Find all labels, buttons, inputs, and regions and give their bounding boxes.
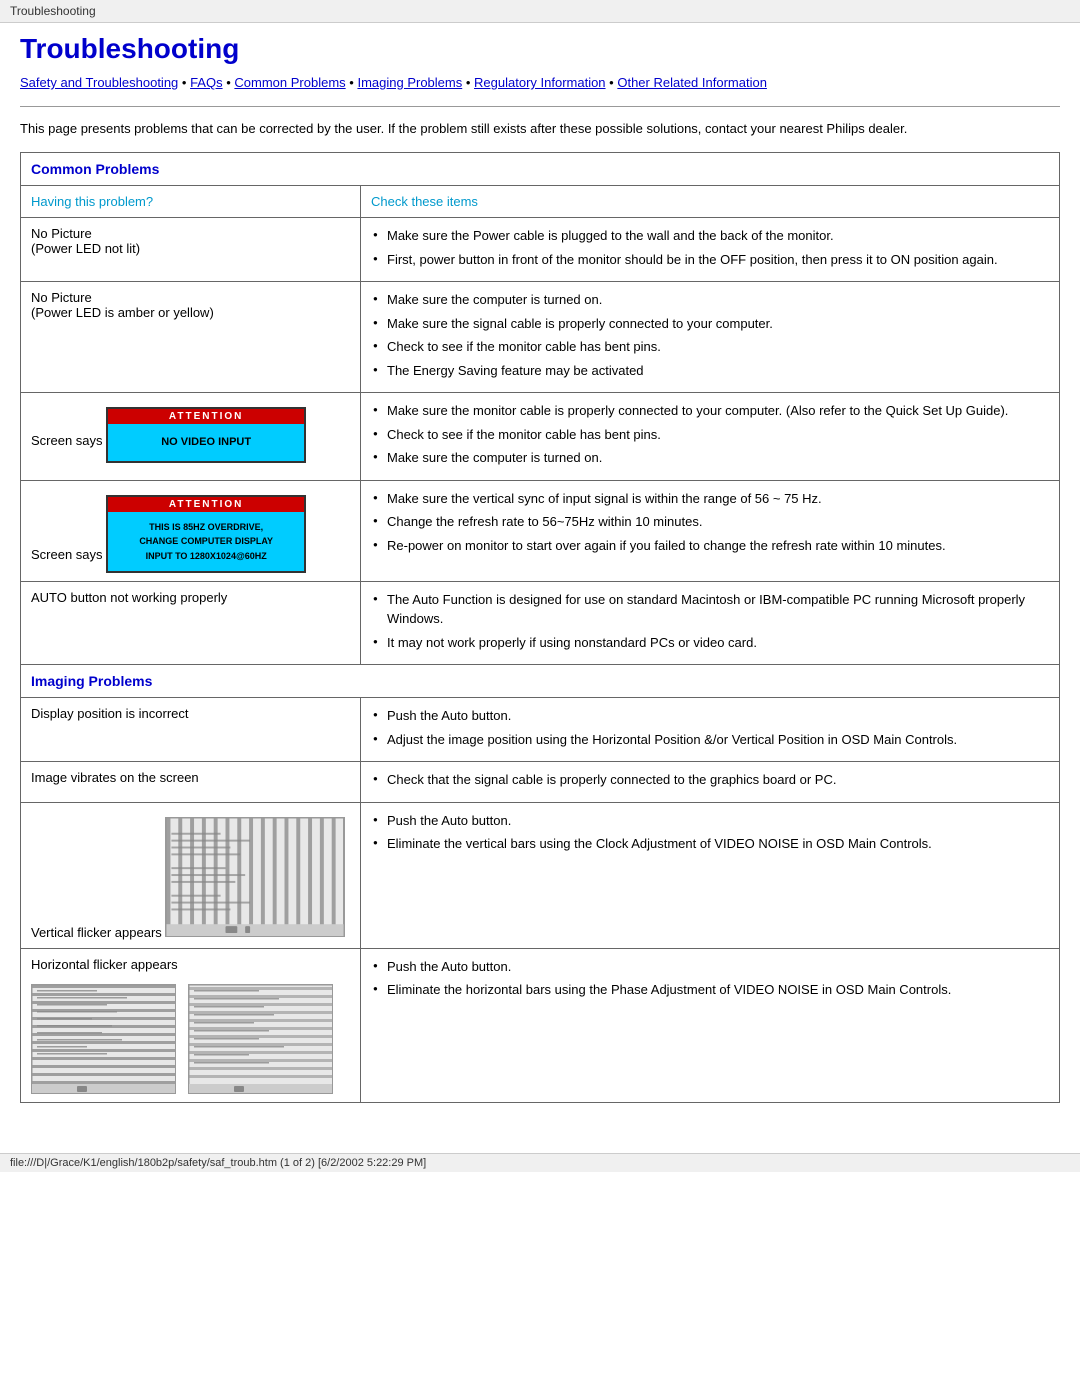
vertical-flicker-image	[165, 817, 345, 937]
problem-cell: No Picture(Power LED not lit)	[21, 218, 361, 282]
list-item: The Energy Saving feature may be activat…	[371, 361, 1049, 381]
list-item: The Auto Function is designed for use on…	[371, 590, 1049, 629]
col-header-solution: Check these items	[361, 186, 1060, 218]
attention-box-1: ATTENTION NO VIDEO INPUT	[106, 407, 306, 463]
list-item: Check to see if the monitor cable has be…	[371, 337, 1049, 357]
breadcrumb-link-other[interactable]: Other Related Information	[617, 75, 767, 90]
table-row: No Picture(Power LED not lit) Make sure …	[21, 218, 1060, 282]
list-item: Push the Auto button.	[371, 811, 1049, 831]
breadcrumb-link-safety[interactable]: Safety and Troubleshooting	[20, 75, 178, 90]
list-item: Make sure the Power cable is plugged to …	[371, 226, 1049, 246]
breadcrumb-link-common[interactable]: Common Problems	[234, 75, 345, 90]
intro-text: This page presents problems that can be …	[20, 119, 1060, 139]
attention-box-2: ATTENTION THIS IS 85HZ OVERDRIVE,CHANGE …	[106, 495, 306, 573]
breadcrumb: Safety and Troubleshooting • FAQs • Comm…	[20, 73, 1060, 94]
column-headers: Having this problem? Check these items	[21, 186, 1060, 218]
horizontal-flicker-image-2	[188, 984, 333, 1094]
solution-cell: Make sure the monitor cable is properly …	[361, 393, 1060, 481]
list-item: Adjust the image position using the Hori…	[371, 730, 1049, 750]
solution-cell: Push the Auto button. Adjust the image p…	[361, 698, 1060, 762]
problem-cell: Vertical flicker appears	[21, 802, 361, 948]
table-row: Image vibrates on the screen Check that …	[21, 762, 1060, 803]
breadcrumb-link-faqs[interactable]: FAQs	[190, 75, 223, 90]
problem-cell: Horizontal flicker appears	[21, 948, 361, 1102]
solution-cell: Check that the signal cable is properly …	[361, 762, 1060, 803]
common-problems-header: Common Problems	[21, 153, 1060, 186]
status-text: file:///D|/Grace/K1/english/180b2p/safet…	[10, 1157, 426, 1169]
list-item: Change the refresh rate to 56~75Hz withi…	[371, 512, 1049, 532]
page-title: Troubleshooting	[20, 33, 1060, 65]
solution-cell: Make sure the Power cable is plugged to …	[361, 218, 1060, 282]
problem-cell: Image vibrates on the screen	[21, 762, 361, 803]
browser-tab: Troubleshooting	[0, 0, 1080, 23]
solution-cell: Make sure the vertical sync of input sig…	[361, 480, 1060, 581]
solution-cell: Make sure the computer is turned on. Mak…	[361, 282, 1060, 393]
table-row: No Picture(Power LED is amber or yellow)…	[21, 282, 1060, 393]
col-header-problem: Having this problem?	[21, 186, 361, 218]
imaging-problems-title: Imaging Problems	[21, 665, 1060, 698]
horizontal-flicker-image-1	[31, 984, 176, 1094]
table-row: Screen says ATTENTION THIS IS 85HZ OVERD…	[21, 480, 1060, 581]
problem-cell: Display position is incorrect	[21, 698, 361, 762]
table-row: AUTO button not working properly The Aut…	[21, 581, 1060, 665]
attention-bar-2: ATTENTION	[108, 497, 304, 512]
problem-cell: AUTO button not working properly	[21, 581, 361, 665]
solution-cell: The Auto Function is designed for use on…	[361, 581, 1060, 665]
solution-cell: Push the Auto button. Eliminate the vert…	[361, 802, 1060, 948]
list-item: Re-power on monitor to start over again …	[371, 536, 1049, 556]
list-item: Push the Auto button.	[371, 706, 1049, 726]
list-item: It may not work properly if using nonsta…	[371, 633, 1049, 653]
common-problems-title: Common Problems	[21, 153, 1060, 186]
breadcrumb-link-regulatory[interactable]: Regulatory Information	[474, 75, 606, 90]
list-item: Eliminate the horizontal bars using the …	[371, 980, 1049, 1000]
table-row: Display position is incorrect Push the A…	[21, 698, 1060, 762]
list-item: Check that the signal cable is properly …	[371, 770, 1049, 790]
list-item: Make sure the computer is turned on.	[371, 448, 1049, 468]
problem-cell: Screen says ATTENTION NO VIDEO INPUT	[21, 393, 361, 481]
status-bar: file:///D|/Grace/K1/english/180b2p/safet…	[0, 1153, 1080, 1172]
list-item: Check to see if the monitor cable has be…	[371, 425, 1049, 445]
table-row: Vertical flicker appears	[21, 802, 1060, 948]
list-item: Push the Auto button.	[371, 957, 1049, 977]
problem-cell: No Picture(Power LED is amber or yellow)	[21, 282, 361, 393]
list-item: Make sure the signal cable is properly c…	[371, 314, 1049, 334]
attention-bar: ATTENTION	[108, 409, 304, 424]
list-item: Make sure the monitor cable is properly …	[371, 401, 1049, 421]
attention-body-1: NO VIDEO INPUT	[108, 424, 304, 461]
problems-table: Common Problems Having this problem? Che…	[20, 152, 1060, 1103]
list-item: First, power button in front of the moni…	[371, 250, 1049, 270]
list-item: Make sure the vertical sync of input sig…	[371, 489, 1049, 509]
breadcrumb-link-imaging[interactable]: Imaging Problems	[357, 75, 462, 90]
list-item: Eliminate the vertical bars using the Cl…	[371, 834, 1049, 854]
problem-cell: Screen says ATTENTION THIS IS 85HZ OVERD…	[21, 480, 361, 581]
table-row: Horizontal flicker appears	[21, 948, 1060, 1102]
page-content: Troubleshooting Safety and Troubleshooti…	[0, 23, 1080, 1143]
solution-cell: Push the Auto button. Eliminate the hori…	[361, 948, 1060, 1102]
imaging-problems-header: Imaging Problems	[21, 665, 1060, 698]
list-item: Make sure the computer is turned on.	[371, 290, 1049, 310]
attention-body-2: THIS IS 85HZ OVERDRIVE,CHANGE COMPUTER D…	[108, 512, 304, 571]
table-row: Screen says ATTENTION NO VIDEO INPUT Mak…	[21, 393, 1060, 481]
divider	[20, 106, 1060, 107]
